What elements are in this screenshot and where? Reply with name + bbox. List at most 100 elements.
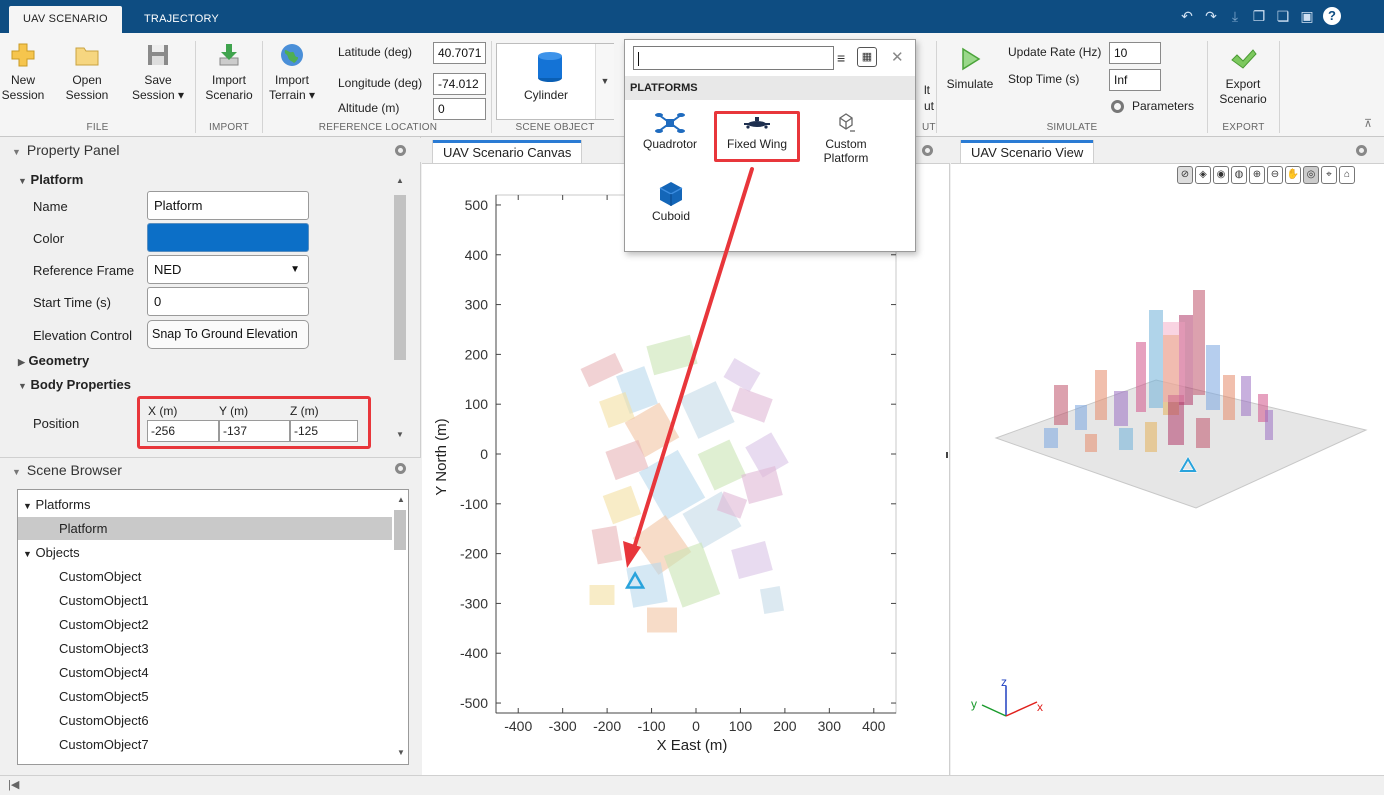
tab-trajectory[interactable]: TRAJECTORY (130, 6, 233, 33)
tree-item-platform[interactable]: Platform (59, 521, 107, 536)
chevron-down-icon[interactable]: ▼ (595, 44, 614, 119)
view-side-icon[interactable]: ◍ (1231, 166, 1247, 184)
panel-gear-icon[interactable] (395, 145, 406, 156)
collapse-triangle-icon[interactable]: ▼ (12, 140, 21, 164)
import-arrow-icon (219, 44, 239, 66)
quadrotor-button[interactable]: Quadrotor (635, 112, 705, 151)
tree-item-object[interactable]: CustomObject1 (59, 593, 149, 608)
update-rate-field[interactable]: 10 (1109, 42, 1161, 64)
platforms-section-header: PLATFORMS (625, 76, 915, 100)
latitude-field[interactable]: 40.7071 (433, 42, 486, 64)
scroll-up-icon[interactable]: ▲ (396, 176, 404, 185)
canvas-gear-icon[interactable] (922, 145, 933, 156)
longitude-field[interactable]: -74.012 (433, 73, 486, 95)
help-icon[interactable]: ? (1323, 7, 1341, 25)
tree-group-platforms[interactable]: ▼ Platforms (23, 497, 90, 512)
platform-section-header[interactable]: ▼ Platform (18, 172, 83, 187)
name-field[interactable]: Platform (147, 191, 309, 220)
grid-view-icon[interactable]: ▦ (857, 47, 877, 67)
copy-icon[interactable]: ❐ (1251, 8, 1267, 24)
stop-time-field[interactable]: Inf (1109, 69, 1161, 91)
scroll-down-icon[interactable]: ▼ (397, 748, 405, 757)
collapse-triangle-icon[interactable]: ▼ (12, 460, 21, 484)
tree-scrollbar-thumb[interactable] (394, 510, 406, 550)
x-tick-label: 0 (692, 718, 700, 734)
tree-item-object[interactable]: CustomObject2 (59, 617, 149, 632)
x-tick-label: 100 (729, 718, 753, 734)
cuboid-button[interactable]: Cuboid (639, 180, 703, 223)
scene-object-gallery[interactable]: Cylinder ▼ (496, 43, 614, 120)
save-icon[interactable]: ▣ (1299, 8, 1315, 24)
cylinder-icon (538, 52, 562, 82)
close-icon[interactable]: ✕ (891, 48, 904, 66)
platform-search-input[interactable] (633, 46, 834, 70)
rotate-icon[interactable]: ◎ (1303, 166, 1319, 184)
building-footprint (580, 352, 624, 388)
tree-item-object[interactable]: CustomObject6 (59, 713, 149, 728)
view-top-icon[interactable]: ◉ (1213, 166, 1229, 184)
tree-group-objects[interactable]: ▼ Objects (23, 545, 80, 560)
x-tick-label: 400 (862, 718, 886, 734)
pan-hand-icon[interactable]: ✋ (1285, 166, 1301, 184)
platform-section-label: Platform (30, 172, 84, 187)
quadrotor-label: Quadrotor (642, 137, 698, 151)
color-swatch[interactable] (147, 223, 309, 252)
axes-icon[interactable]: ⌖ (1321, 166, 1337, 184)
export-scenario-button[interactable]: Export Scenario (1213, 45, 1273, 107)
import-scenario-button[interactable]: Import Scenario (200, 41, 258, 103)
property-scrollbar-thumb[interactable] (394, 195, 406, 360)
parameters-button[interactable]: Parameters (1111, 99, 1194, 113)
zoom-out-icon[interactable]: ⊖ (1267, 166, 1283, 184)
view-gear-icon[interactable] (1356, 145, 1367, 156)
scroll-down-icon[interactable]: ▼ (396, 430, 404, 439)
collapse-left-icon[interactable]: |◀ (8, 778, 19, 791)
tree-item-object[interactable]: CustomObject5 (59, 689, 149, 704)
altitude-field[interactable]: 0 (433, 98, 486, 120)
stop-time-label: Stop Time (s) (1008, 72, 1080, 86)
y-tick-label: -300 (460, 595, 488, 611)
new-session-button[interactable]: New Session (0, 41, 46, 103)
simulate-button[interactable]: Simulate (940, 45, 1000, 92)
divider (1279, 41, 1280, 133)
download-icon[interactable]: ⤓ (1227, 8, 1243, 24)
elevation-control-button[interactable]: Snap To Ground Elevation (147, 320, 309, 349)
tab-uav-scenario[interactable]: UAV SCENARIO (9, 6, 122, 33)
scenario-canvas-plot[interactable]: -400 -300 -200 -100 0 100 200 300 400 -500 -400 -30… (422, 165, 950, 765)
x-tick-label: 200 (773, 718, 797, 734)
y-tick-label: -200 (460, 546, 488, 562)
body-properties-section-header[interactable]: ▼ Body Properties (18, 377, 131, 392)
collapse-toolstrip-icon[interactable]: ⊼ (1364, 117, 1372, 130)
tab-uav-scenario-canvas[interactable]: UAV Scenario Canvas (432, 140, 583, 163)
open-session-button[interactable]: Open Session (59, 41, 115, 103)
redo-icon[interactable]: ↷ (1203, 8, 1219, 24)
import-terrain-button[interactable]: Import Terrain ▾ (264, 41, 320, 103)
platforms-popup: ≡ ▦ ✕ PLATFORMS Quadrotor Fixed Wing Cus… (624, 39, 916, 252)
tree-item-object[interactable]: CustomObject4 (59, 665, 149, 680)
list-view-icon[interactable]: ≡ (837, 50, 845, 66)
parameters-label: Parameters (1132, 99, 1195, 113)
floppy-icon (148, 45, 168, 65)
scenario-3d-view[interactable]: z x y (951, 190, 1384, 770)
panel-gear-icon[interactable] (395, 463, 406, 474)
tree-item-object[interactable]: CustomObject3 (59, 641, 149, 656)
paste-icon[interactable]: ❏ (1275, 8, 1291, 24)
home-icon[interactable]: ⌂ (1339, 166, 1355, 184)
building-3d (1136, 342, 1146, 412)
geometry-section-header[interactable]: ▶ Geometry (18, 353, 89, 368)
save-session-button[interactable]: Save Session ▾ (128, 41, 188, 103)
undo-icon[interactable]: ↶ (1179, 8, 1195, 24)
hide-icon[interactable]: ⊘ (1177, 166, 1193, 184)
reference-frame-dropdown[interactable]: NED ▼ (147, 255, 309, 284)
tab-uav-scenario-view[interactable]: UAV Scenario View (960, 140, 1095, 163)
view-cube-icon[interactable]: ◈ (1195, 166, 1211, 184)
splitter-grip[interactable] (946, 452, 948, 458)
property-panel-header: ▼ Property Panel (0, 138, 421, 162)
start-time-field[interactable]: 0 (147, 287, 309, 316)
custom-platform-button[interactable]: Custom Platform (811, 112, 881, 165)
zoom-in-icon[interactable]: ⊕ (1249, 166, 1265, 184)
divider (491, 41, 492, 133)
tree-item-object[interactable]: CustomObject7 (59, 737, 149, 752)
scroll-up-icon[interactable]: ▲ (397, 495, 405, 504)
tree-item-object[interactable]: CustomObject (59, 569, 141, 584)
update-rate-label: Update Rate (Hz) (1008, 45, 1102, 59)
